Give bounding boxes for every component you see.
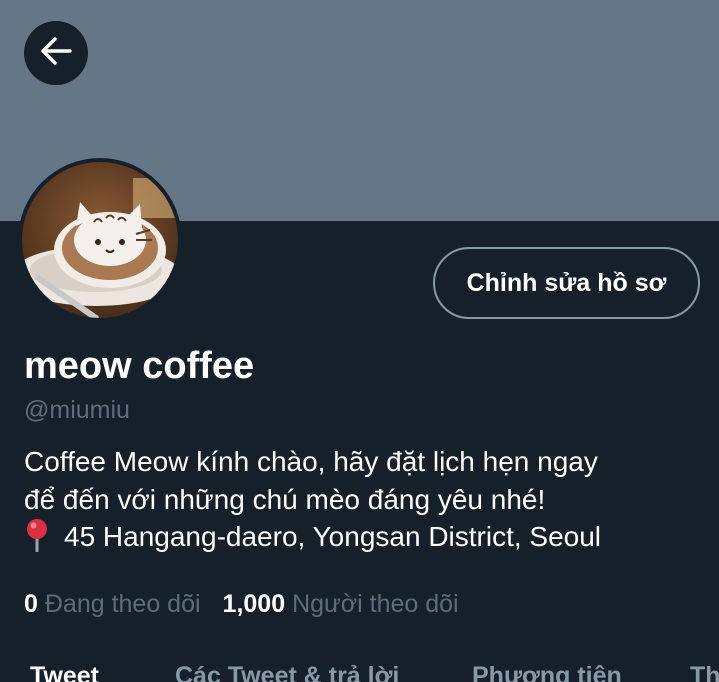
round-pushpin-icon <box>24 518 50 553</box>
profile-display-name: meow coffee <box>24 345 255 387</box>
tab-tweets-and-replies[interactable]: Các Tweet & trả lời <box>175 662 399 682</box>
followers-label: Người theo dõi <box>292 590 459 618</box>
profile-bio: Coffee Meow kính chào, hãy đặt lịch hẹn … <box>24 443 704 556</box>
tab-likes[interactable]: Thích <box>690 662 719 682</box>
cat-latte-art-avatar <box>22 162 178 318</box>
following-stat[interactable]: 0 Đang theo dõi <box>24 588 201 620</box>
tab-tweets[interactable]: Tweet <box>30 662 99 682</box>
followers-count: 1,000 <box>222 590 286 618</box>
bio-location-line: 45 Hangang-daero, Yongsan District, Seou… <box>24 518 704 556</box>
followers-stat[interactable]: 1,000 Người theo dõi <box>223 588 459 620</box>
bio-line: để đến với những chú mèo đáng yêu nhé! <box>24 483 546 515</box>
avatar[interactable] <box>18 158 182 322</box>
bio-line: Coffee Meow kính chào, hãy đặt lịch hẹn … <box>24 446 598 477</box>
tab-media[interactable]: Phương tiện <box>472 662 622 682</box>
edit-profile-button[interactable]: Chỉnh sửa hồ sơ <box>433 247 700 319</box>
arrow-left-icon <box>39 36 73 71</box>
profile-location: 45 Hangang-daero, Yongsan District, Seou… <box>64 521 602 552</box>
following-count: 0 <box>24 590 38 618</box>
profile-tabs: Tweet Các Tweet & trả lời Phương tiện Th… <box>0 662 719 682</box>
profile-handle: @miumiu <box>24 396 130 424</box>
profile-stats: 0 Đang theo dõi 1,000 Người theo dõi <box>24 588 459 620</box>
back-button[interactable] <box>24 21 88 85</box>
following-label: Đang theo dõi <box>44 590 201 618</box>
